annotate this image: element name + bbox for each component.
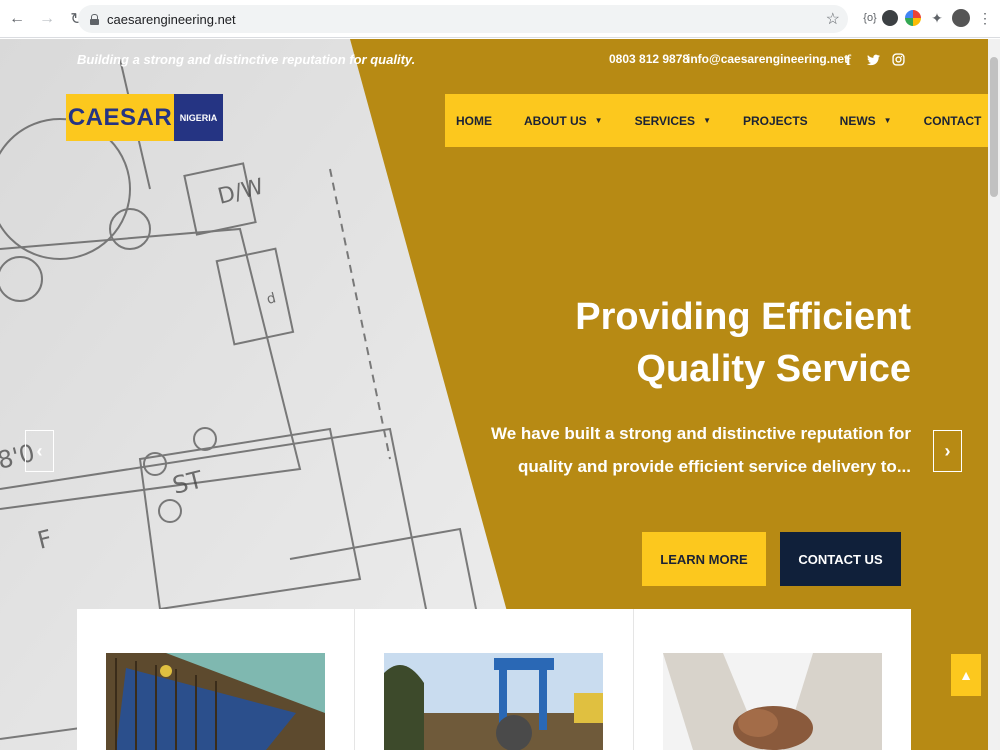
nav-projects[interactable]: PROJECTS — [743, 114, 808, 128]
chevron-up-icon: ▲ — [959, 667, 973, 683]
scrollbar-thumb[interactable] — [990, 57, 998, 197]
nav-services[interactable]: SERVICES ▼ — [635, 114, 711, 128]
twitter-icon[interactable] — [867, 53, 880, 70]
extension-code-icon[interactable]: {o} — [860, 8, 880, 28]
service-card[interactable] — [77, 609, 356, 750]
lock-icon — [90, 13, 99, 25]
hero-subtitle: We have built a strong and distinctive r… — [490, 424, 911, 476]
caret-down-icon: ▼ — [594, 116, 603, 125]
bookmark-star-icon[interactable]: ☆ — [826, 9, 840, 29]
nav-about-us-label: ABOUT US — [524, 113, 587, 128]
service-cards — [77, 609, 911, 750]
nav-home-label: HOME — [456, 113, 492, 128]
service-card[interactable] — [355, 609, 634, 750]
handshake-image — [662, 653, 882, 750]
logo-main-text: CAESAR — [66, 94, 174, 141]
mining-equipment-image — [384, 653, 604, 750]
nav-news[interactable]: NEWS ▼ — [840, 114, 892, 128]
extensions-puzzle-icon[interactable]: ✦ — [927, 8, 947, 28]
address-bar[interactable]: caesarengineering.net ☆ — [78, 5, 848, 33]
nav-home[interactable]: HOME — [456, 114, 492, 128]
service-card[interactable] — [634, 609, 911, 750]
url-text: caesarengineering.net — [107, 11, 236, 27]
header-tagline: Building a strong and distinctive reputa… — [77, 52, 416, 67]
forward-icon[interactable]: → — [34, 6, 60, 32]
header-email[interactable]: info@caesarengineering.net — [687, 52, 848, 66]
contact-us-button[interactable]: CONTACT US — [780, 532, 901, 586]
page: D/W ST F 8'0 d Building a strong and dis… — [0, 39, 988, 750]
nav-about-us[interactable]: ABOUT US ▼ — [524, 114, 603, 128]
menu-kebab-icon[interactable]: ⋮ — [975, 8, 995, 28]
profile-avatar[interactable] — [952, 9, 970, 27]
chevron-right-icon: › — [944, 440, 951, 461]
nav-contact-label: CONTACT — [923, 113, 982, 128]
browser-toolbar: ← → ↻ caesarengineering.net ☆ {o} ✦ ⋮ — [0, 0, 1000, 38]
facebook-icon[interactable]: f — [846, 53, 851, 70]
extension-shield-icon[interactable] — [882, 10, 898, 26]
nav-news-label: NEWS — [839, 113, 876, 128]
caret-down-icon: ▼ — [703, 116, 711, 125]
nav-contact[interactable]: CONTACT — [924, 114, 982, 128]
caret-down-icon: ▼ — [883, 116, 892, 125]
scrollbar[interactable] — [988, 39, 1000, 750]
slider-next-button[interactable]: › — [933, 430, 962, 472]
main-nav: HOME ABOUT US ▼ SERVICES ▼ PROJECTS NEWS ▼ … — [445, 94, 988, 147]
instagram-icon[interactable] — [892, 53, 905, 70]
nav-services-label: SERVICES — [634, 113, 696, 128]
back-icon[interactable]: ← — [4, 6, 30, 32]
nav-projects-label: PROJECTS — [742, 113, 808, 128]
header-phone[interactable]: 0803 812 9878 — [609, 52, 689, 66]
logo-sub-text: NIGERIA — [174, 94, 223, 141]
sheet-piling-image — [106, 653, 325, 750]
extension-color-icon[interactable] — [905, 10, 921, 26]
hero-title: Providing Efficient Quality Service — [575, 296, 911, 390]
slider-prev-button[interactable]: ‹ — [25, 430, 54, 472]
learn-more-button[interactable]: LEARN MORE — [642, 532, 766, 586]
site-logo[interactable]: CAESAR NIGERIA — [66, 94, 223, 141]
scroll-to-top-button[interactable]: ▲ — [951, 654, 981, 696]
chevron-left-icon: ‹ — [36, 440, 43, 461]
